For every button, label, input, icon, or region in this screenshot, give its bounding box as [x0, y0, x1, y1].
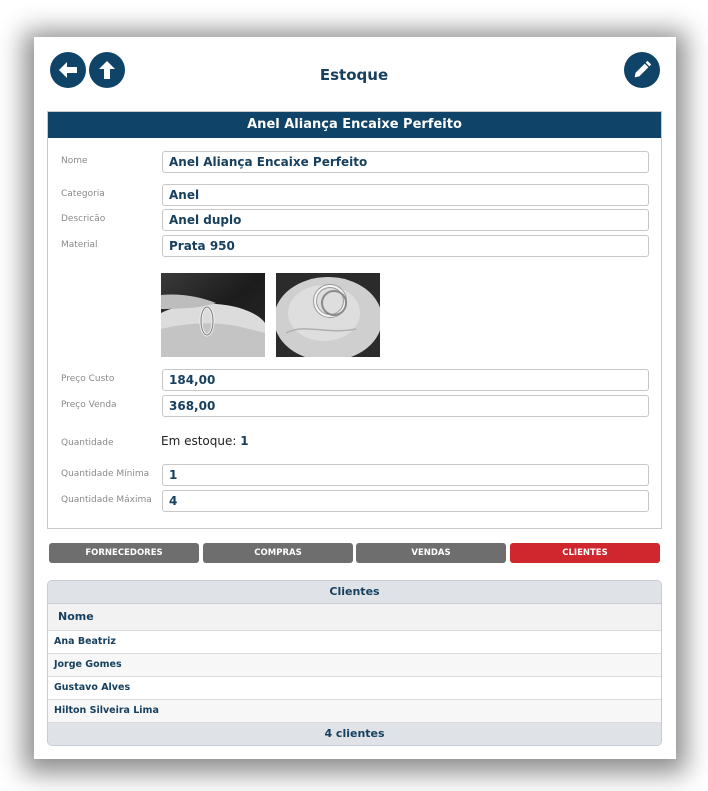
back-button[interactable] — [50, 52, 86, 88]
quantidade-minima-field[interactable]: 1 — [162, 464, 649, 486]
product-card: Anel Aliança Encaixe Perfeito Nome Anel … — [47, 111, 662, 529]
preco-custo-label: Preço Custo — [61, 374, 115, 384]
stock-prefix: Em estoque: — [161, 434, 237, 448]
product-photo[interactable] — [161, 273, 265, 357]
clients-panel-title: Clientes — [48, 581, 661, 604]
tab-compras[interactable]: COMPRAS — [203, 543, 353, 563]
list-item[interactable]: Gustavo Alves — [48, 677, 661, 700]
categoria-label: Categoria — [61, 189, 105, 199]
nome-label: Nome — [61, 156, 88, 166]
pencil-icon — [634, 60, 652, 78]
categoria-field[interactable]: Anel — [162, 184, 649, 206]
material-label: Material — [61, 240, 98, 250]
page-title: Estoque — [319, 66, 389, 84]
quantidade-minima-label: Quantidade Mínima — [61, 469, 150, 479]
column-header-nome[interactable]: Nome — [48, 604, 661, 631]
quantidade-label: Quantidade — [61, 438, 114, 448]
ring-on-finger-image — [161, 273, 265, 357]
clients-count: 4 clientes — [48, 723, 661, 745]
preco-venda-field[interactable]: 368,00 — [162, 395, 649, 417]
descricao-label: Descricão — [61, 214, 106, 224]
descricao-field[interactable]: Anel duplo — [162, 209, 649, 231]
preco-custo-field[interactable]: 184,00 — [162, 369, 649, 391]
list-item[interactable]: Jorge Gomes — [48, 654, 661, 677]
arrow-left-icon — [59, 62, 77, 78]
quantidade-maxima-label: Quantidade Máxima — [61, 495, 152, 505]
ring-on-palm-image — [276, 273, 380, 357]
clients-panel: Clientes Nome Ana Beatriz Jorge Gomes Gu… — [47, 580, 662, 746]
stock-value: 1 — [240, 434, 249, 448]
edit-button[interactable] — [624, 52, 660, 88]
clients-rows: Ana Beatriz Jorge Gomes Gustavo Alves Hi… — [48, 631, 661, 723]
nome-field[interactable]: Anel Aliança Encaixe Perfeito — [162, 151, 649, 173]
arrow-up-icon — [99, 61, 115, 79]
section-tabs: FORNECEDORES COMPRAS VENDAS CLIENTES — [49, 543, 660, 563]
preco-venda-label: Preço Venda — [61, 400, 117, 410]
product-photo[interactable] — [276, 273, 380, 357]
material-field[interactable]: Prata 950 — [162, 235, 649, 257]
product-card-title: Anel Aliança Encaixe Perfeito — [48, 112, 661, 138]
tab-vendas[interactable]: VENDAS — [356, 543, 506, 563]
up-button[interactable] — [89, 52, 125, 88]
quantidade-maxima-field[interactable]: 4 — [162, 490, 649, 512]
list-item[interactable]: Ana Beatriz — [48, 631, 661, 654]
tab-fornecedores[interactable]: FORNECEDORES — [49, 543, 199, 563]
list-item[interactable]: Hilton Silveira Lima — [48, 700, 661, 723]
tab-clientes[interactable]: CLIENTES — [510, 543, 660, 563]
stock-quantity: Em estoque: 1 — [161, 434, 249, 448]
